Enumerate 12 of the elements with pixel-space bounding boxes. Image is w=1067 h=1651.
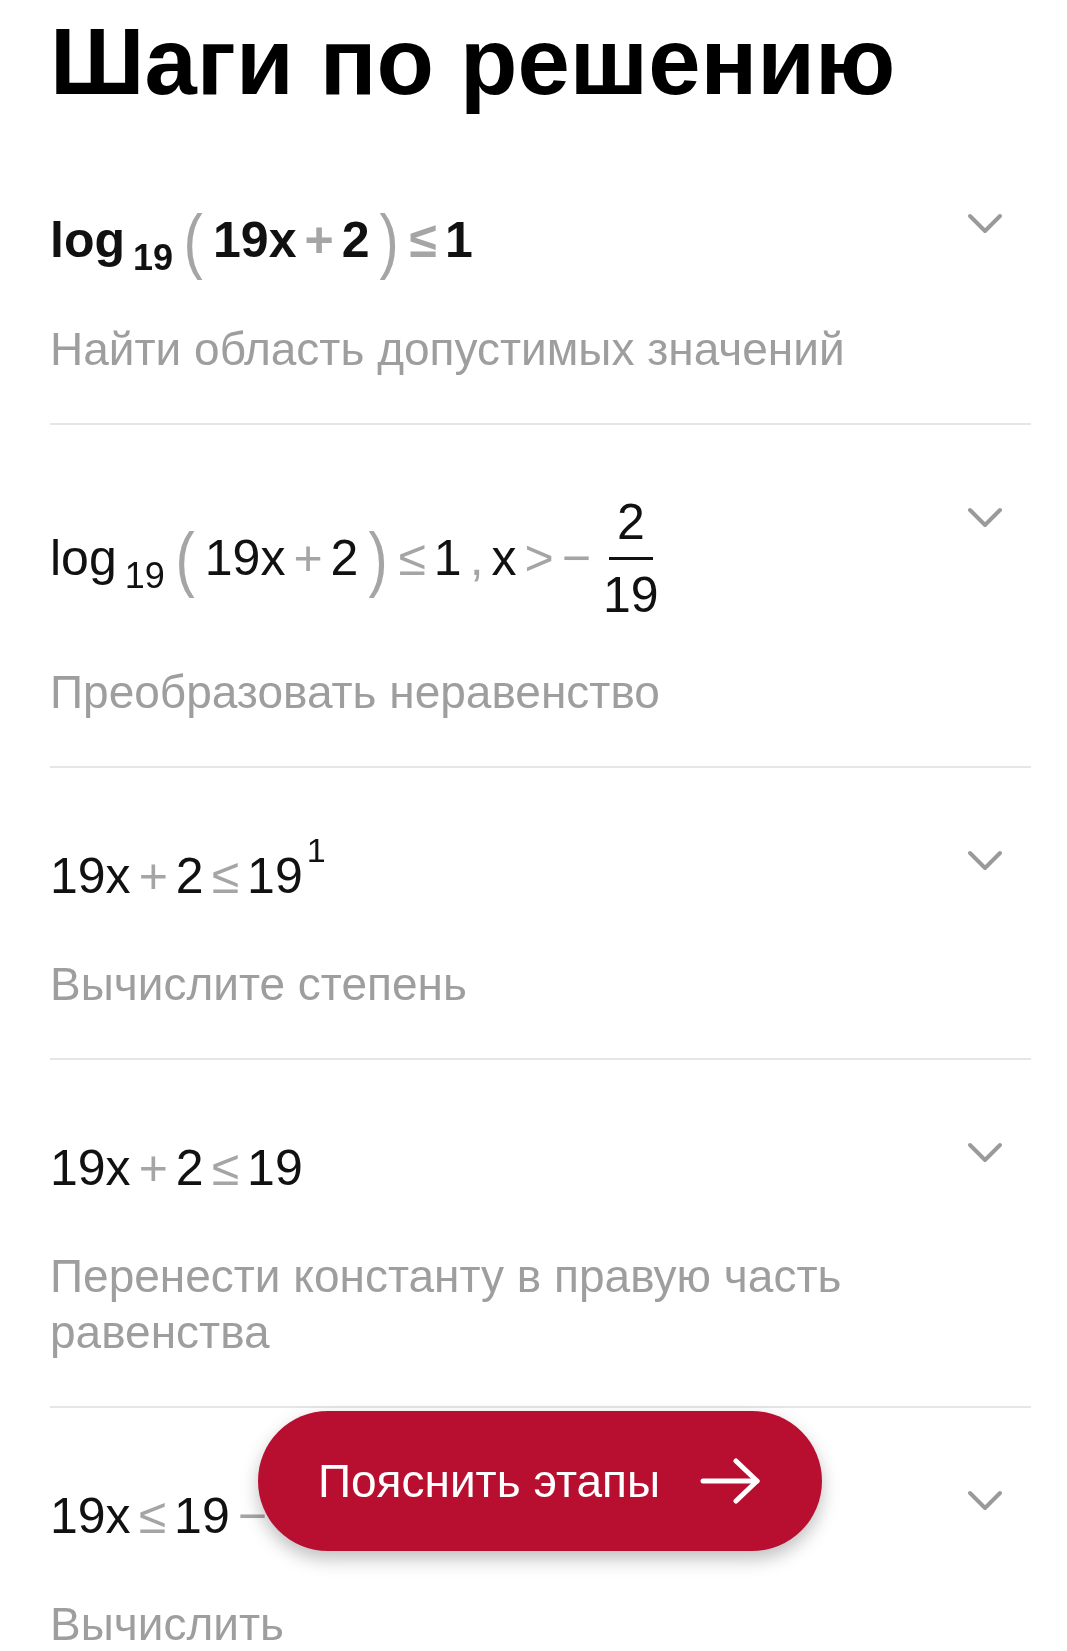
chevron-down-icon[interactable]: [967, 212, 1003, 235]
formula: 19x + 2 ≤ 19: [50, 1139, 303, 1199]
chevron-down-icon[interactable]: [967, 850, 1003, 872]
step-description: Вычислить: [50, 1597, 284, 1651]
chevron-down-icon[interactable]: [967, 1142, 1003, 1165]
step-description: Найти область допустимых значений: [50, 321, 845, 377]
chevron-down-icon[interactable]: [967, 506, 1003, 529]
chevron-down-icon[interactable]: [967, 1490, 1003, 1513]
step-description: Преобразовать неравенство: [50, 664, 660, 720]
step-description: Перенести константу в правую часть равенства: [50, 1249, 843, 1361]
page-title: Шаги по решению: [50, 8, 896, 116]
step-description: Вычислите степень: [50, 957, 467, 1012]
